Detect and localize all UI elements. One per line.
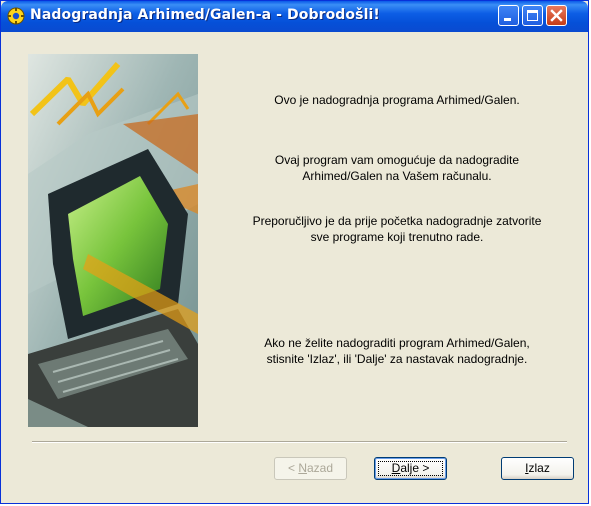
exit-button[interactable]: Izlaz — [501, 457, 574, 480]
minimize-button[interactable] — [498, 5, 519, 26]
close-icon — [550, 9, 563, 22]
maximize-icon — [527, 10, 538, 21]
setup-wizard-window: Nadogradnja Arhimed/Galen-a - Dobrodošli… — [0, 0, 589, 504]
computer-illustration — [28, 54, 198, 427]
back-button[interactable]: < Nazad — [274, 457, 347, 480]
close-button[interactable] — [546, 5, 567, 26]
advice-text: Preporučljivo je da prije početka nadogr… — [252, 214, 542, 244]
setup-gear-icon — [7, 7, 25, 25]
minimize-icon — [504, 18, 511, 21]
wizard-client-area: Ovo je nadogradnja programa Arhimed/Gale… — [4, 32, 585, 500]
title-bar[interactable]: Nadogradnja Arhimed/Galen-a - Dobrodošli… — [1, 1, 588, 32]
next-button[interactable]: Dalje > — [374, 457, 447, 480]
button-separator — [32, 441, 567, 443]
exit-instructions-text: Ako ne želite nadograditi program Arhime… — [264, 336, 530, 366]
window-title: Nadogradnja Arhimed/Galen-a - Dobrodošli… — [30, 7, 380, 23]
purpose-text: Ovaj program vam omogućuje da nadogradit… — [274, 153, 520, 183]
focus-rectangle — [378, 461, 443, 476]
maximize-button[interactable] — [522, 5, 543, 26]
intro-text: Ovo je nadogradnja programa Arhimed/Gale… — [274, 93, 520, 107]
